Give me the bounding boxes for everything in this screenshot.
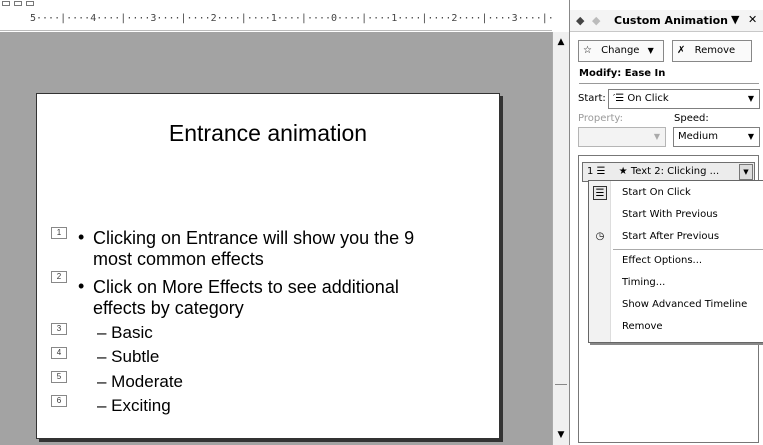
horizontal-ruler[interactable]: 5····|····4····|····3····|····2····|····… [0, 9, 552, 31]
animation-number-tag[interactable]: 2 [51, 271, 67, 283]
chevron-down-icon[interactable]: ▼ [739, 164, 753, 180]
menu-item-timing[interactable]: Timing... [622, 277, 665, 288]
menu-item-remove[interactable]: Remove [622, 321, 663, 332]
menu-icon-gutter [589, 181, 611, 342]
sub-bullet-text[interactable]: – Exciting [97, 396, 171, 416]
remove-effect-icon: ✗ [677, 45, 686, 56]
property-select[interactable]: ▼ [578, 127, 666, 147]
back-arrow-icon[interactable]: ◆ [576, 14, 584, 27]
speed-label: Speed: [674, 113, 709, 124]
close-icon[interactable]: ✕ [748, 13, 757, 26]
chevron-down-icon: ▼ [653, 132, 661, 141]
scroll-splitter[interactable] [555, 384, 567, 385]
change-effect-icon: ☆ [583, 45, 592, 56]
vertical-scrollbar[interactable]: ▲ ▼ [552, 32, 569, 445]
start-label: Start: [578, 93, 606, 104]
menu-item-start-with-previous[interactable]: Start With Previous [622, 209, 718, 220]
chevron-down-icon: ▼ [747, 94, 755, 103]
toolbar-fragment-icon [2, 1, 10, 6]
mouse-click-icon: ☰ [593, 186, 607, 200]
remove-label: Remove [694, 45, 736, 56]
property-label: Property: [578, 113, 623, 124]
start-value: ′☰ On Click [613, 93, 669, 104]
menu-item-effect-options[interactable]: Effect Options... [622, 255, 702, 266]
scroll-up-icon[interactable]: ▲ [553, 34, 569, 50]
remove-button[interactable]: ✗ Remove [672, 40, 752, 62]
effect-context-menu: ☰ Start On Click Start With Previous ◷ S… [588, 180, 763, 343]
list-item-label: 1 ☰ ★ Text 2: Clicking ... [587, 166, 720, 177]
toolbar-fragment-icon [26, 1, 34, 6]
sub-bullet-text[interactable]: – Subtle [97, 347, 159, 367]
forward-arrow-icon[interactable]: ◆ [592, 14, 600, 27]
change-button[interactable]: ☆ Change ▼ [578, 40, 664, 62]
bullet-marker: • [78, 276, 85, 296]
slide[interactable]: Entrance animation 1 • Clicking on Entra… [36, 93, 500, 439]
bullet-marker: • [78, 227, 85, 247]
toolbar-fragment-icon [14, 1, 22, 6]
menu-item-start-after-previous[interactable]: Start After Previous [622, 231, 719, 242]
animation-number-tag[interactable]: 3 [51, 323, 67, 335]
clock-icon: ◷ [595, 231, 605, 242]
scroll-down-icon[interactable]: ▼ [553, 427, 569, 443]
pane-title: Custom Animation [614, 14, 728, 27]
divider [579, 83, 759, 84]
start-select[interactable]: ′☰ On Click ▼ [608, 89, 760, 109]
pane-header: ◆ ◆ Custom Animation ▼ ✕ [570, 10, 763, 32]
chevron-down-icon: ▼ [747, 132, 755, 141]
animation-number-tag[interactable]: 4 [51, 347, 67, 359]
bullet-text[interactable]: Click on More Effects to see additional [93, 277, 399, 298]
sub-bullet-text[interactable]: – Basic [97, 323, 153, 343]
chevron-down-icon: ▼ [647, 46, 654, 55]
sub-bullet-text[interactable]: – Moderate [97, 372, 183, 392]
animation-list-item[interactable]: 1 ☰ ★ Text 2: Clicking ... ▼ [582, 162, 755, 182]
bullet-text[interactable]: effects by category [93, 298, 244, 319]
bullet-text[interactable]: most common effects [93, 249, 264, 270]
slide-title[interactable]: Entrance animation [37, 120, 499, 147]
bullet-text[interactable]: Clicking on Entrance will show you the 9 [93, 228, 414, 249]
animation-number-tag[interactable]: 6 [51, 395, 67, 407]
pane-menu-icon[interactable]: ▼ [731, 13, 739, 26]
animation-number-tag[interactable]: 5 [51, 371, 67, 383]
ruler-scale: 5····|····4····|····3····|····2····|····… [30, 13, 552, 24]
menu-item-show-advanced-timeline[interactable]: Show Advanced Timeline [622, 299, 747, 310]
modify-heading: Modify: Ease In [579, 68, 666, 79]
speed-value: Medium [678, 131, 718, 142]
slide-canvas[interactable]: Entrance animation 1 • Clicking on Entra… [0, 32, 552, 445]
menu-item-start-on-click[interactable]: Start On Click [622, 187, 691, 198]
speed-select[interactable]: Medium ▼ [673, 127, 760, 147]
slide-editor: 5····|····4····|····3····|····2····|····… [0, 0, 569, 445]
animation-number-tag[interactable]: 1 [51, 227, 67, 239]
top-toolbar-remnant [0, 0, 569, 9]
menu-separator [613, 249, 763, 250]
change-label: Change [601, 45, 640, 56]
